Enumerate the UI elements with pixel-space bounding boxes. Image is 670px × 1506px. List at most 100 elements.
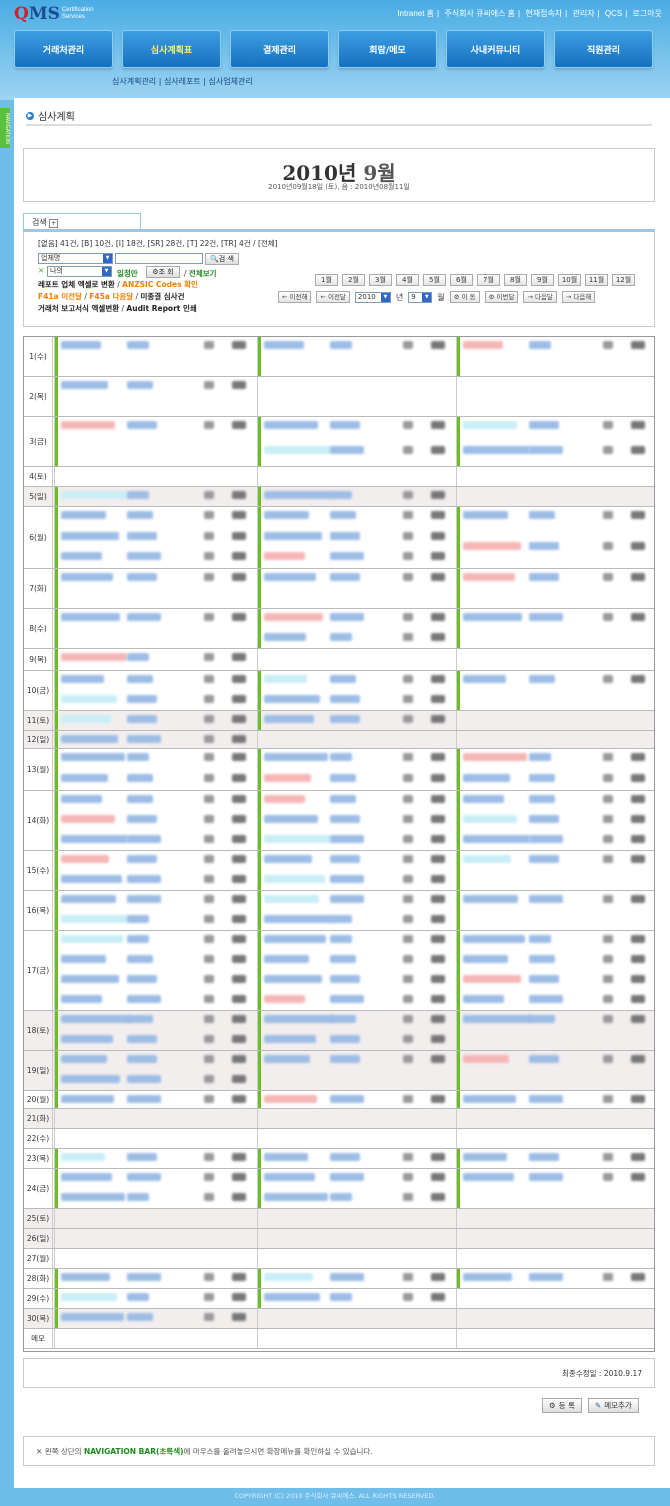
day-cell[interactable] (257, 1229, 454, 1248)
schedule-entry[interactable] (264, 915, 332, 923)
day-cell[interactable] (54, 609, 255, 648)
day-cell[interactable] (54, 749, 255, 790)
schedule-entry[interactable] (264, 675, 307, 683)
open-audits-link[interactable]: 미종결 심사건 (140, 292, 184, 301)
day-cell[interactable] (257, 1169, 454, 1208)
schedule-client[interactable] (127, 1293, 149, 1301)
day-cell[interactable] (54, 1309, 255, 1328)
day-cell[interactable] (257, 417, 454, 466)
nav-payment[interactable]: 결제관리 (230, 30, 329, 68)
category-counts[interactable]: [없음] 41건, [B] 10건, [I] 18건, [SR] 28건, [T… (38, 238, 278, 249)
schedule-client[interactable] (127, 1075, 161, 1083)
schedule-entry[interactable] (264, 995, 305, 1003)
schedule-client[interactable] (529, 855, 559, 863)
day-cell[interactable] (456, 1091, 654, 1108)
day-cell[interactable] (456, 337, 654, 376)
schedule-entry[interactable] (264, 1095, 317, 1103)
month-button[interactable]: 5월 (423, 274, 446, 286)
schedule-entry[interactable] (264, 774, 311, 782)
schedule-client[interactable] (127, 795, 153, 803)
next-month-button[interactable]: → 다음달 (523, 291, 557, 303)
schedule-client[interactable] (127, 1035, 157, 1043)
schedule-entry[interactable] (61, 421, 115, 429)
schedule-entry[interactable] (61, 774, 108, 782)
schedule-entry[interactable] (61, 795, 102, 803)
schedule-entry[interactable] (61, 511, 106, 519)
schedule-client[interactable] (330, 613, 364, 621)
schedule-entry[interactable] (61, 855, 109, 863)
day-cell[interactable] (54, 417, 255, 466)
schedule-client[interactable] (529, 341, 551, 349)
schedule-client[interactable] (330, 975, 360, 983)
schedule-client[interactable] (529, 446, 563, 454)
schedule-client[interactable] (330, 421, 360, 429)
schedule-client[interactable] (127, 995, 161, 1003)
schedule-client[interactable] (529, 835, 563, 843)
schedule-entry[interactable] (264, 1193, 328, 1201)
schedule-entry[interactable] (264, 511, 309, 519)
schedule-client[interactable] (529, 1273, 563, 1281)
schedule-entry[interactable] (264, 895, 319, 903)
schedule-client[interactable] (127, 895, 161, 903)
day-cell[interactable] (456, 671, 654, 710)
day-cell[interactable] (54, 791, 255, 850)
schedule-entry[interactable] (61, 1015, 130, 1023)
day-cell[interactable] (456, 1169, 654, 1208)
schedule-entry[interactable] (463, 774, 510, 782)
schedule-entry[interactable] (61, 675, 104, 683)
schedule-client[interactable] (330, 1153, 360, 1161)
schedule-client[interactable] (127, 695, 157, 703)
schedule-entry[interactable] (264, 573, 316, 581)
link-company-home[interactable]: 주식회사 큐씨에스 홈 (444, 9, 515, 18)
schedule-entry[interactable] (264, 975, 322, 983)
day-cell[interactable] (257, 1129, 454, 1148)
schedule-client[interactable] (330, 695, 360, 703)
link-intranet-home[interactable]: Intranet 홈 (397, 9, 434, 18)
day-cell[interactable] (54, 931, 255, 1010)
day-cell[interactable] (257, 609, 454, 648)
day-cell[interactable] (257, 1011, 454, 1050)
schedule-entry[interactable] (463, 815, 517, 823)
search-tab[interactable]: 검색 + (23, 213, 141, 230)
schedule-client[interactable] (330, 1193, 352, 1201)
schedule-client[interactable] (127, 1273, 161, 1281)
schedule-client[interactable] (127, 774, 153, 782)
schedule-client[interactable] (127, 613, 161, 621)
month-button[interactable]: 8월 (504, 274, 527, 286)
schedule-entry[interactable] (61, 1095, 114, 1103)
day-cell[interactable] (456, 1109, 654, 1128)
register-button[interactable]: ⚙ 등 록 (542, 1398, 582, 1413)
schedule-client[interactable] (127, 715, 157, 723)
day-cell[interactable] (456, 1051, 654, 1090)
schedule-client[interactable] (529, 573, 559, 581)
schedule-client[interactable] (330, 1055, 360, 1063)
schedule-client[interactable] (330, 446, 364, 454)
schedule-client[interactable] (330, 531, 360, 540)
day-cell[interactable] (456, 851, 654, 890)
nav-audit-plan[interactable]: 심사계획표 (122, 30, 221, 68)
schedule-client[interactable] (330, 895, 364, 903)
day-cell[interactable] (456, 1229, 654, 1248)
day-cell[interactable] (54, 569, 255, 608)
day-cell[interactable] (257, 1091, 454, 1108)
schedule-client[interactable] (529, 955, 555, 963)
schedule-client[interactable] (127, 735, 161, 743)
schedule-entry[interactable] (264, 1173, 315, 1181)
schedule-entry[interactable] (61, 695, 117, 703)
schedule-client[interactable] (127, 1015, 153, 1023)
schedule-client[interactable] (330, 633, 352, 641)
schedule-entry[interactable] (61, 935, 123, 943)
schedule-entry[interactable] (264, 1055, 310, 1063)
schedule-entry[interactable] (463, 895, 518, 903)
schedule-client[interactable] (330, 1015, 356, 1023)
day-cell[interactable] (456, 711, 654, 730)
day-cell[interactable] (456, 569, 654, 608)
schedule-client[interactable] (529, 1095, 563, 1103)
schedule-client[interactable] (529, 1153, 559, 1161)
schedule-entry[interactable] (463, 835, 530, 843)
move-button[interactable]: ⚙ 이 동 (449, 291, 480, 303)
day-cell[interactable] (257, 671, 454, 710)
schedule-client[interactable] (330, 1095, 364, 1103)
day-cell[interactable] (54, 1229, 255, 1248)
day-cell[interactable] (54, 1091, 255, 1108)
